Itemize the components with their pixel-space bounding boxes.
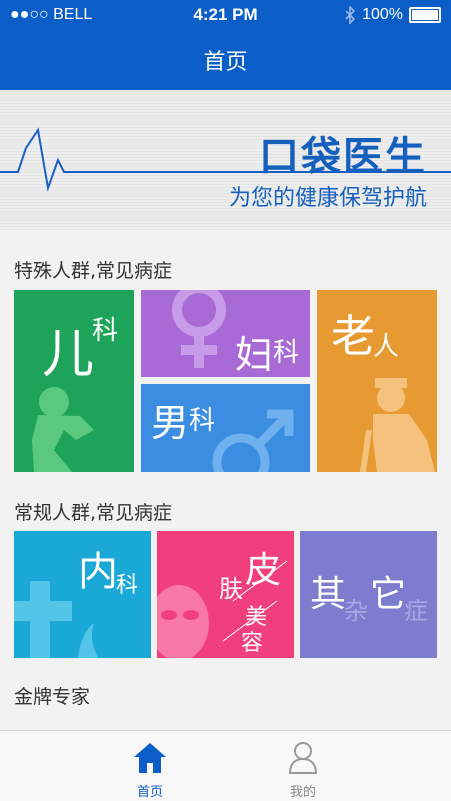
tile-elderly[interactable]: 老 人 [317, 290, 437, 472]
tile-skin-small-3: 容 [241, 631, 264, 656]
tile-other-big-1: 其 [310, 574, 347, 615]
tile-andrology-big: 男 [151, 401, 190, 445]
tab-bar: 首页 我的 [0, 730, 451, 801]
tab-home-label: 首页 [136, 785, 163, 800]
bluetooth-icon [345, 6, 356, 24]
banner: 口袋医生 为您的健康保驾护航 [0, 90, 451, 230]
tab-home[interactable]: 首页 [90, 731, 210, 801]
banner-subtitle: 为您的健康保驾护航 [228, 186, 427, 211]
tile-other-small-1: 杂 [344, 597, 368, 625]
tab-mine[interactable]: 我的 [243, 731, 363, 801]
tile-pediatrics[interactable]: 儿 科 [14, 290, 134, 472]
tile-andrology[interactable]: 男 科 [141, 384, 310, 472]
user-icon [288, 742, 318, 774]
section-title-special: 特殊人群,常见病症 [14, 260, 173, 282]
page-title: 首页 [203, 50, 248, 75]
app-header: ●●○○ BELL 4:21 PM 100% 首页 [0, 0, 451, 90]
battery-percent: 100% [362, 6, 403, 23]
tile-skin[interactable]: 皮 肤 美 容 [157, 531, 294, 658]
tile-other[interactable]: 其 它 杂 症 [300, 531, 437, 658]
tile-gynecology[interactable]: 妇 科 [141, 290, 310, 377]
battery-icon [409, 7, 441, 23]
tile-andrology-small: 科 [189, 406, 216, 436]
tile-internal-big: 内 [78, 549, 118, 595]
section-title-experts: 金牌专家 [14, 686, 91, 708]
tile-internal[interactable]: 内 科 [14, 531, 151, 658]
status-bar: ●●○○ BELL 4:21 PM 100% [0, 0, 451, 30]
tile-gynecology-small: 科 [273, 338, 300, 368]
status-right: 100% [344, 6, 441, 24]
banner-title: 口袋医生 [259, 134, 427, 180]
tile-skin-big: 皮 [245, 550, 282, 591]
tile-internal-small: 科 [116, 573, 139, 598]
tile-pediatrics-big: 儿 [42, 325, 95, 385]
tile-elderly-small: 人 [373, 332, 400, 362]
tile-pediatrics-small: 科 [92, 316, 119, 346]
tile-elderly-big: 老 [331, 311, 375, 362]
section-title-regular: 常规人群,常见病症 [14, 502, 173, 524]
tab-mine-label: 我的 [289, 785, 316, 800]
home-icon [134, 743, 166, 773]
tile-skin-small-1: 肤 [219, 575, 243, 603]
tile-gynecology-big: 妇 [235, 333, 274, 377]
tile-other-big-2: 它 [370, 574, 407, 615]
tile-other-small-2: 症 [404, 597, 428, 625]
